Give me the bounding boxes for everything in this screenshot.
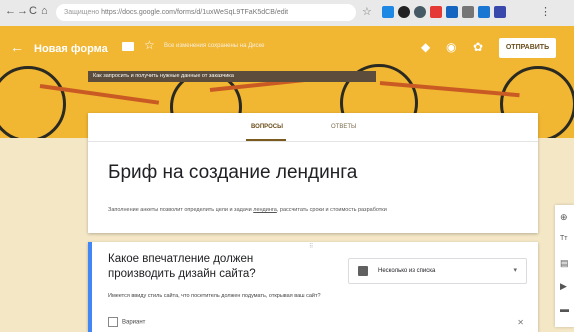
- tooltip-banner: Как запросить и получить нужные данные о…: [88, 71, 376, 82]
- url-text: https://docs.google.com/forms/d/1uxWeSqL…: [101, 9, 289, 16]
- secure-label: Защищено: [64, 9, 100, 16]
- extension-icon[interactable]: [414, 6, 426, 18]
- form-title-card: ВОПРОСЫ ОТВЕТЫ Бриф на создание лендинга…: [88, 113, 538, 233]
- active-question-indicator: [88, 242, 92, 332]
- checkbox-icon: [108, 317, 118, 327]
- description-text: Заполнение анкеты позволит определить це…: [108, 207, 254, 213]
- question-toolbar: ⊕ Tт ▤ ▶ ▬: [555, 205, 574, 327]
- send-button[interactable]: ОТПРАВИТЬ: [499, 38, 556, 58]
- description-text: , рассчитать сроки и стоимость разработк…: [276, 207, 387, 213]
- extension-icon[interactable]: [478, 6, 490, 18]
- extension-icon[interactable]: [382, 6, 394, 18]
- extension-icon[interactable]: [398, 6, 410, 18]
- home-icon[interactable]: ⌂: [41, 5, 48, 17]
- add-video-icon[interactable]: ▶: [560, 281, 567, 292]
- gear-icon[interactable]: ✿: [473, 40, 483, 54]
- question-title[interactable]: Какое впечатление должен производить диз…: [108, 252, 268, 282]
- chevron-down-icon: ▾: [513, 267, 517, 274]
- question-type-select[interactable]: Несколько из списка ▾: [348, 258, 527, 284]
- forward-icon[interactable]: →: [17, 5, 28, 17]
- question-type-label: Несколько из списка: [378, 268, 436, 274]
- menu-icon[interactable]: ⋮: [540, 5, 551, 18]
- tab-answers[interactable]: ОТВЕТЫ: [331, 124, 356, 130]
- folder-icon[interactable]: [122, 42, 134, 51]
- form-description[interactable]: Заполнение анкеты позволит определить це…: [108, 207, 387, 213]
- add-title-icon[interactable]: Tт: [560, 235, 567, 242]
- close-icon[interactable]: ✕: [517, 318, 524, 327]
- active-tab-indicator: [246, 139, 286, 141]
- tab-questions[interactable]: ВОПРОСЫ: [251, 124, 283, 130]
- option-label: Вариант: [122, 319, 146, 326]
- address-bar[interactable]: Защищено https://docs.google.com/forms/d…: [56, 4, 356, 21]
- extension-icon[interactable]: [430, 6, 442, 18]
- save-status: Все изменения сохранены на Диске: [164, 43, 265, 49]
- answer-option[interactable]: Вариант: [108, 317, 145, 327]
- drag-handle-icon[interactable]: ⠿: [309, 243, 313, 250]
- browser-toolbar: ← → C ⌂ Защищено https://docs.google.com…: [0, 0, 574, 27]
- back-icon[interactable]: ←: [5, 5, 16, 17]
- question-card[interactable]: ⠿ Какое впечатление должен производить д…: [88, 242, 538, 332]
- star-icon[interactable]: ☆: [144, 38, 155, 52]
- tabs-bar: ВОПРОСЫ ОТВЕТЫ: [88, 113, 538, 142]
- eye-icon[interactable]: ◉: [446, 40, 456, 54]
- extension-icon[interactable]: [446, 6, 458, 18]
- star-bookmark-icon[interactable]: ☆: [362, 5, 372, 18]
- description-link[interactable]: лендинга: [253, 207, 277, 213]
- checkbox-type-icon: [358, 266, 368, 276]
- bicycle-wheel-decoration: [0, 66, 66, 138]
- extension-icon[interactable]: [494, 6, 506, 18]
- form-title[interactable]: Бриф на создание лендинга: [108, 162, 357, 184]
- question-description[interactable]: Имеется ввиду стиль сайта, что посетител…: [108, 293, 321, 299]
- back-arrow-icon[interactable]: ←: [10, 39, 24, 55]
- extension-icon[interactable]: [462, 6, 474, 18]
- palette-icon[interactable]: ◆: [421, 40, 430, 54]
- add-section-icon[interactable]: ▬: [560, 304, 569, 314]
- reload-icon[interactable]: C: [29, 5, 37, 17]
- add-image-icon[interactable]: ▤: [560, 258, 569, 269]
- form-name[interactable]: Новая форма: [34, 43, 108, 55]
- add-question-icon[interactable]: ⊕: [560, 212, 568, 223]
